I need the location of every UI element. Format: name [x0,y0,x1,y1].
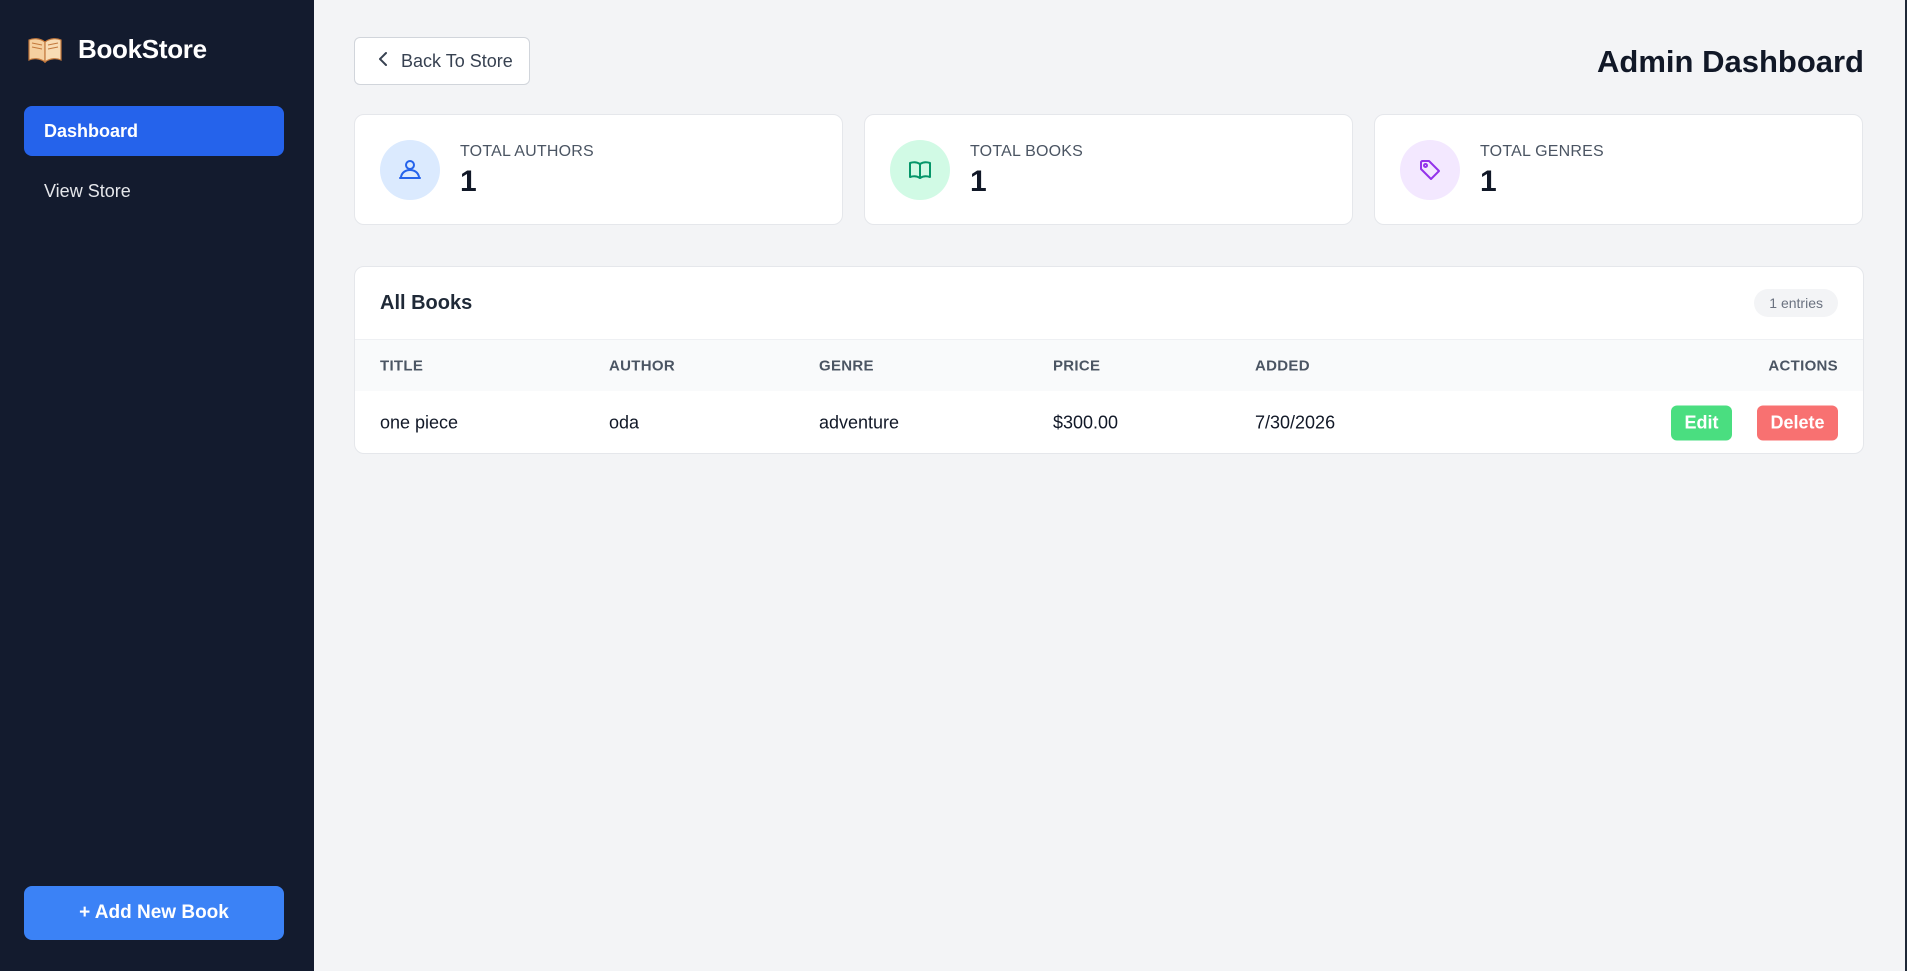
back-to-store-button[interactable]: Back To Store [354,37,530,85]
column-header-actions: ACTIONS [1768,357,1838,374]
tag-icon [1400,139,1460,200]
stat-card-authors: TOTAL AUTHORS 1 [354,114,843,225]
brand-name: BookStore [78,34,207,64]
entries-badge: 1 entries [1754,289,1838,317]
users-icon [380,139,440,200]
stat-label-genres: TOTAL GENRES [1480,142,1604,160]
row-actions: Edit Delete [1671,405,1838,441]
stat-card-genres: TOTAL GENRES 1 [1374,114,1863,225]
sidebar: BookStore Dashboard View Store + Add New… [0,0,314,971]
book-icon [890,139,950,200]
chevron-left-icon [377,51,389,72]
cell-price: $300.00 [1053,412,1119,433]
delete-button[interactable]: Delete [1757,405,1838,441]
sidebar-item-dashboard[interactable]: Dashboard [24,106,284,156]
table-row: one piece oda adventure $300.00 7/30/202… [355,391,1863,453]
column-header-added[interactable]: ADDED [1255,357,1310,374]
column-header-author[interactable]: AUTHOR [609,357,675,374]
sidebar-item-view-store[interactable]: View Store [24,166,284,216]
main-content: Back To Store Admin Dashboard TOTAL AUTH… [314,0,1907,971]
brand[interactable]: BookStore [28,34,207,65]
books-table-title: All Books [380,291,473,314]
stat-label-authors: TOTAL AUTHORS [460,142,594,160]
back-to-store-label: Back To Store [401,50,513,71]
edit-button[interactable]: Edit [1671,405,1732,441]
stat-card-books: TOTAL BOOKS 1 [864,114,1353,225]
cell-title: one piece [380,412,459,433]
column-header-price[interactable]: PRICE [1053,357,1100,374]
sidebar-nav: Dashboard View Store [24,106,284,226]
stat-label-books: TOTAL BOOKS [970,142,1084,160]
cell-author: oda [609,412,640,433]
column-header-title[interactable]: TITLE [380,357,423,374]
stats-row: TOTAL AUTHORS 1 TOTAL BOOKS 1 TOTAL GENR… [354,114,1863,225]
cell-genre: adventure [819,412,900,433]
add-new-book-button[interactable]: + Add New Book [24,886,284,940]
page-title: Admin Dashboard [1597,44,1864,79]
column-header-genre[interactable]: GENRE [819,357,874,374]
table-column-headers: TITLE AUTHOR GENRE PRICE ADDED ACTIONS [355,339,1863,391]
stat-value-genres: 1 [1480,164,1497,198]
app-root: BookStore Dashboard View Store + Add New… [0,0,1907,971]
cell-added: 7/30/2026 [1255,412,1336,433]
stat-value-books: 1 [970,164,987,198]
books-table-card: All Books 1 entries TITLE AUTHOR GENRE P… [354,266,1864,454]
open-book-icon [28,37,62,63]
stat-value-authors: 1 [460,164,477,198]
books-table-header: All Books 1 entries [355,267,1863,339]
